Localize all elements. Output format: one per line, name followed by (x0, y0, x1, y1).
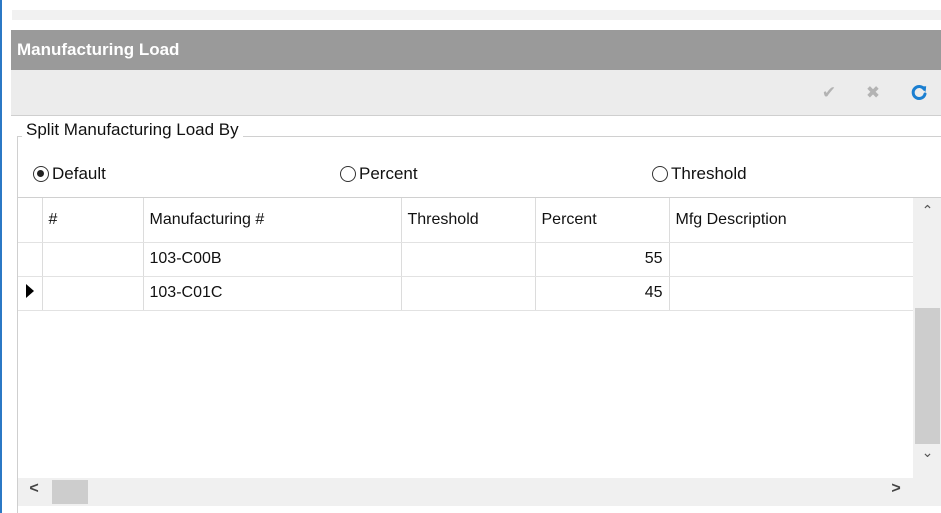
cell-number[interactable] (42, 242, 144, 277)
cell-description[interactable] (669, 276, 915, 311)
radio-selected-indicator (33, 166, 49, 182)
column-header-number[interactable]: # (42, 198, 144, 243)
radio-percent[interactable]: Percent (340, 163, 418, 185)
current-row-arrow-icon (25, 283, 34, 298)
radio-threshold-label: Threshold (671, 164, 747, 183)
close-icon[interactable]: ✖ (861, 81, 885, 105)
cell-manufacturing[interactable]: 103-C01C (143, 276, 402, 311)
cell-threshold[interactable] (401, 242, 536, 277)
row-indicator[interactable] (18, 242, 43, 277)
column-header-percent[interactable]: Percent (535, 198, 670, 243)
scroll-left-icon[interactable]: < (22, 480, 46, 504)
column-header-threshold[interactable]: Threshold (401, 198, 536, 243)
radio-percent-label: Percent (359, 164, 418, 183)
panel-title: Manufacturing Load (11, 30, 941, 70)
radio-default-label: Default (52, 164, 106, 183)
cell-threshold[interactable] (401, 276, 536, 311)
scroll-up-icon[interactable]: ⌃ (913, 202, 941, 226)
checkmark-icon[interactable]: ✔ (817, 81, 841, 105)
column-header-manufacturing[interactable]: Manufacturing # (143, 198, 402, 243)
manufacturing-table: # Manufacturing # Threshold Percent Mfg … (18, 198, 915, 311)
scroll-right-icon[interactable]: > (884, 480, 908, 504)
horizontal-scroll-thumb[interactable] (52, 480, 88, 504)
column-header-description[interactable]: Mfg Description (669, 198, 915, 243)
scrollbar-corner (913, 478, 941, 506)
table-header-row: # Manufacturing # Threshold Percent Mfg … (18, 198, 915, 243)
table-row[interactable]: 103-C00B 55 (18, 242, 915, 277)
horizontal-scrollbar[interactable]: < > (18, 478, 913, 506)
row-indicator[interactable] (18, 276, 43, 311)
table-row[interactable]: 103-C01C 45 (18, 276, 915, 311)
cell-manufacturing[interactable]: 103-C00B (143, 242, 402, 277)
radio-unselected-indicator (340, 166, 356, 182)
radio-threshold[interactable]: Threshold (652, 163, 747, 185)
window-left-border (0, 0, 2, 513)
panel-toolbar: ✔ ✖ (11, 70, 941, 116)
scroll-down-icon[interactable]: ⌄ (913, 444, 941, 468)
vertical-scroll-thumb[interactable] (915, 308, 940, 444)
cell-percent[interactable]: 45 (535, 276, 670, 311)
cell-description[interactable] (669, 242, 915, 277)
radio-default[interactable]: Default (33, 163, 106, 185)
split-groupbox-legend: Split Manufacturing Load By (22, 120, 243, 140)
refresh-icon[interactable] (907, 81, 931, 105)
cell-number[interactable] (42, 276, 144, 311)
radio-unselected-indicator (652, 166, 668, 182)
vertical-scrollbar[interactable]: ⌃ ⌄ (913, 198, 941, 478)
cell-percent[interactable]: 55 (535, 242, 670, 277)
top-strip (2, 0, 941, 30)
manufacturing-grid: # Manufacturing # Threshold Percent Mfg … (17, 198, 941, 513)
split-groupbox (17, 136, 941, 198)
row-indicator-header (18, 198, 43, 243)
